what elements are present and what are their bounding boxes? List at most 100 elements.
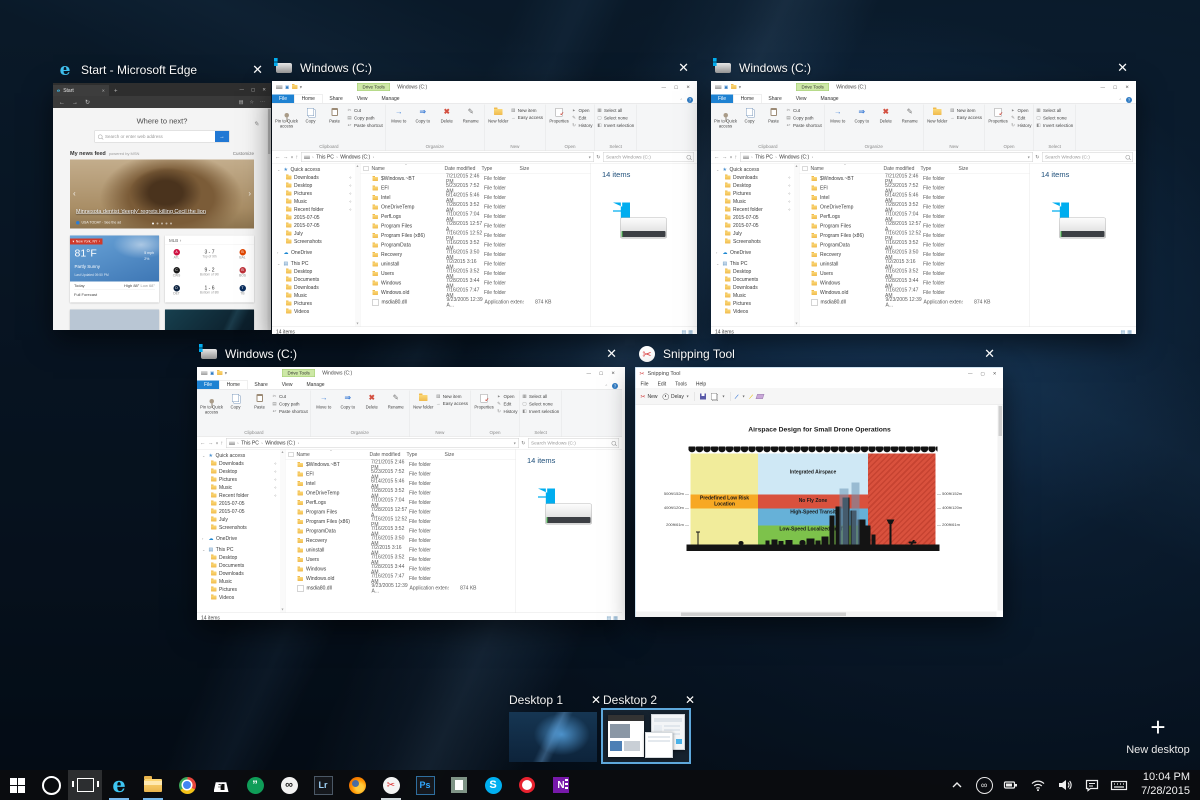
large-icons-view-icon[interactable]: ▦ bbox=[613, 615, 618, 620]
sidebar-section-quick-access[interactable]: ⌄ ★ Quick access bbox=[272, 166, 355, 174]
qat-dropdown-icon[interactable]: ▾ bbox=[739, 84, 741, 90]
ribbon-button-copy-to[interactable]: ⇒ Copy to bbox=[850, 105, 873, 124]
taskbar-edge[interactable]: e bbox=[102, 770, 136, 800]
address-search-box[interactable]: Search or enter web address → bbox=[94, 130, 230, 143]
mlb-card[interactable]: MLB › A ATL 3 - 7 Top of 9th B BAL C CWS 9 - 2 Bot… bbox=[165, 235, 254, 303]
ribbon-button-history[interactable]: ↻ History bbox=[1011, 123, 1031, 129]
wifi-tray-icon[interactable] bbox=[1029, 770, 1047, 800]
favorites-icon[interactable]: ☆ bbox=[250, 99, 254, 105]
menu-tools[interactable]: Tools bbox=[675, 381, 687, 387]
column-date[interactable]: Date modified bbox=[884, 166, 921, 172]
qat-dropdown-icon[interactable]: ▾ bbox=[225, 370, 227, 376]
explorer-window-thumbnail-3[interactable]: ▣ ▾ Drive Tools Windows (C:) — ▢ ✕ File Ho… bbox=[197, 367, 625, 620]
up-icon[interactable]: ↑ bbox=[296, 154, 299, 160]
taskbar-skype[interactable]: S bbox=[476, 770, 510, 800]
taskbar-hangouts[interactable]: ” bbox=[238, 770, 272, 800]
sidebar-item-screenshots[interactable]: Screenshots bbox=[711, 238, 794, 246]
sidebar-section-onedrive[interactable]: › ☁ OneDrive bbox=[711, 249, 794, 257]
taskbar-snipping-tool[interactable]: ✂ bbox=[374, 770, 408, 800]
minimize-icon[interactable]: — bbox=[586, 370, 591, 376]
ribbon-button-new-item[interactable]: ▧ New item bbox=[511, 108, 543, 114]
ribbon-button-pin-to-quick-access[interactable]: Pin to Quick access bbox=[200, 391, 223, 418]
sidebar-item-screenshots[interactable]: Screenshots bbox=[272, 238, 355, 246]
go-button[interactable]: → bbox=[215, 131, 229, 142]
close-desktop-2-icon[interactable]: ✕ bbox=[685, 693, 695, 707]
action-center-tray-icon[interactable] bbox=[1083, 770, 1101, 800]
taskbar-chrome[interactable] bbox=[170, 770, 204, 800]
breadcrumb-this-pc[interactable]: This PC bbox=[755, 154, 773, 160]
drive-tools-tab[interactable]: Drive Tools bbox=[796, 83, 830, 91]
sidebar-item-documents[interactable]: Documents bbox=[272, 276, 355, 284]
ribbon-button-properties[interactable]: Properties bbox=[473, 391, 496, 410]
ribbon-button-new-folder[interactable]: New folder bbox=[412, 391, 435, 410]
ribbon-button-new-item[interactable]: ▧ New item bbox=[436, 394, 468, 400]
forward-icon[interactable]: → bbox=[283, 154, 289, 160]
ribbon-button-paste[interactable]: Paste bbox=[762, 105, 785, 124]
ribbon-button-paste-shortcut[interactable]: ↩ Paste shortcut bbox=[272, 409, 308, 415]
sidebar-section-this-pc[interactable]: ⌄ ▤ This PC bbox=[711, 260, 794, 268]
sidebar-item-pictures[interactable]: Pictures bbox=[272, 300, 355, 308]
column-size[interactable]: Size bbox=[520, 166, 555, 172]
ribbon-button-copy-to[interactable]: ⇒ Copy to bbox=[411, 105, 434, 124]
ribbon-button-new-item[interactable]: ▧ New item bbox=[950, 108, 982, 114]
mlb-game-row[interactable]: A ATL 3 - 7 Top of 9th B BAL bbox=[165, 245, 254, 263]
sidebar-item-pictures[interactable]: Pictures bbox=[197, 586, 280, 594]
breadcrumb-drive[interactable]: Windows (C:) bbox=[340, 154, 370, 160]
refresh-icon[interactable]: ↻ bbox=[85, 99, 90, 106]
ribbon-button-paste[interactable]: Paste bbox=[323, 105, 346, 124]
ribbon-button-copy-path[interactable]: ▤ Copy path bbox=[272, 401, 308, 407]
explorer-search-box[interactable]: Search Windows (C:) bbox=[528, 438, 619, 448]
address-dropdown-icon[interactable]: ▾ bbox=[589, 155, 591, 160]
ribbon-button-select-none[interactable]: ▢ Select none bbox=[522, 401, 559, 407]
highlighter-tool-icon[interactable]: ∕ bbox=[750, 393, 752, 401]
desktop-1-thumbnail[interactable] bbox=[509, 712, 597, 762]
collapse-ribbon-icon[interactable]: ⌃ bbox=[1119, 98, 1122, 103]
sidebar-item-music[interactable]: Music bbox=[272, 292, 355, 300]
carousel-prev-icon[interactable]: ‹ bbox=[73, 190, 76, 199]
address-dropdown-icon[interactable]: ▾ bbox=[514, 441, 516, 446]
ribbon-button-history[interactable]: ↻ History bbox=[572, 123, 592, 129]
refresh-icon[interactable]: ↻ bbox=[596, 154, 600, 160]
ribbon-button-copy-path[interactable]: ▤ Copy path bbox=[347, 115, 383, 121]
minimize-icon[interactable]: — bbox=[239, 87, 244, 93]
explorer-window-thumbnail-1[interactable]: ▣ ▾ Drive Tools Windows (C:) — ▢ ✕ File Ho… bbox=[272, 81, 697, 334]
column-type[interactable]: Type bbox=[921, 166, 959, 172]
sidebar-section-quick-access[interactable]: ⌄ ★ Quick access bbox=[711, 166, 794, 174]
taskbar-store[interactable] bbox=[204, 770, 238, 800]
menu-edit[interactable]: Edit bbox=[658, 381, 667, 387]
drive-tools-tab[interactable]: Drive Tools bbox=[357, 83, 391, 91]
sidebar-item-pictures[interactable]: Pictures ✧ bbox=[197, 476, 280, 484]
sidebar-item-videos[interactable]: Videos bbox=[197, 594, 280, 602]
close-snipping-button[interactable]: ✕ bbox=[980, 346, 999, 362]
recent-locations-icon[interactable]: ▾ bbox=[216, 441, 218, 446]
file-row[interactable]: msdia80.dll 9/23/2005 12:39 A... Applicati… bbox=[286, 583, 516, 594]
sidebar-item-pictures[interactable]: Pictures ✧ bbox=[711, 190, 794, 198]
new-desktop-button[interactable]: + New desktop bbox=[1120, 714, 1196, 756]
sidebar-section-this-pc[interactable]: ⌄ ▤ This PC bbox=[272, 260, 355, 268]
sidebar-item-music[interactable]: Music bbox=[197, 578, 280, 586]
breadcrumb[interactable]: › This PC › Windows (C:) › ▾ bbox=[225, 438, 519, 448]
sidebar-item-2015-07-05[interactable]: 2015-07-05 bbox=[272, 222, 355, 230]
dropdown-icon[interactable]: ▼ bbox=[722, 395, 725, 399]
taskbar-firefox[interactable] bbox=[340, 770, 374, 800]
quick-access-toolbar[interactable]: ▣ ▾ bbox=[715, 84, 741, 90]
ribbon-button-invert-selection[interactable]: ◧ Invert selection bbox=[1036, 123, 1073, 129]
save-icon[interactable] bbox=[699, 393, 706, 400]
ribbon-button-copy-path[interactable]: ▤ Copy path bbox=[786, 115, 822, 121]
taskbar-onenote[interactable]: N bbox=[544, 770, 578, 800]
power-tray-icon[interactable] bbox=[1002, 770, 1020, 800]
taskbar-opera[interactable] bbox=[510, 770, 544, 800]
close-explorer-2-button[interactable]: ✕ bbox=[1113, 60, 1132, 76]
volume-tray-icon[interactable] bbox=[1056, 770, 1074, 800]
sidebar-item-2015-07-05[interactable]: 2015-07-05 bbox=[711, 214, 794, 222]
help-icon[interactable]: ? bbox=[687, 97, 693, 103]
sidebar-item-music[interactable]: Music bbox=[711, 292, 794, 300]
quick-access-toolbar[interactable]: ▣ ▾ bbox=[276, 84, 302, 90]
tab-close-icon[interactable]: ✕ bbox=[102, 88, 105, 93]
menu-file[interactable]: File bbox=[641, 381, 649, 387]
ribbon-button-cut[interactable]: ✂ Cut bbox=[272, 394, 308, 400]
mlb-game-row[interactable]: D DET 1 - 6 Bottom of 8th T TB bbox=[165, 281, 254, 299]
minimize-icon[interactable]: — bbox=[661, 84, 666, 90]
pen-tool-icon[interactable]: ∕ bbox=[735, 393, 737, 401]
maximize-icon[interactable]: ▢ bbox=[599, 370, 603, 376]
